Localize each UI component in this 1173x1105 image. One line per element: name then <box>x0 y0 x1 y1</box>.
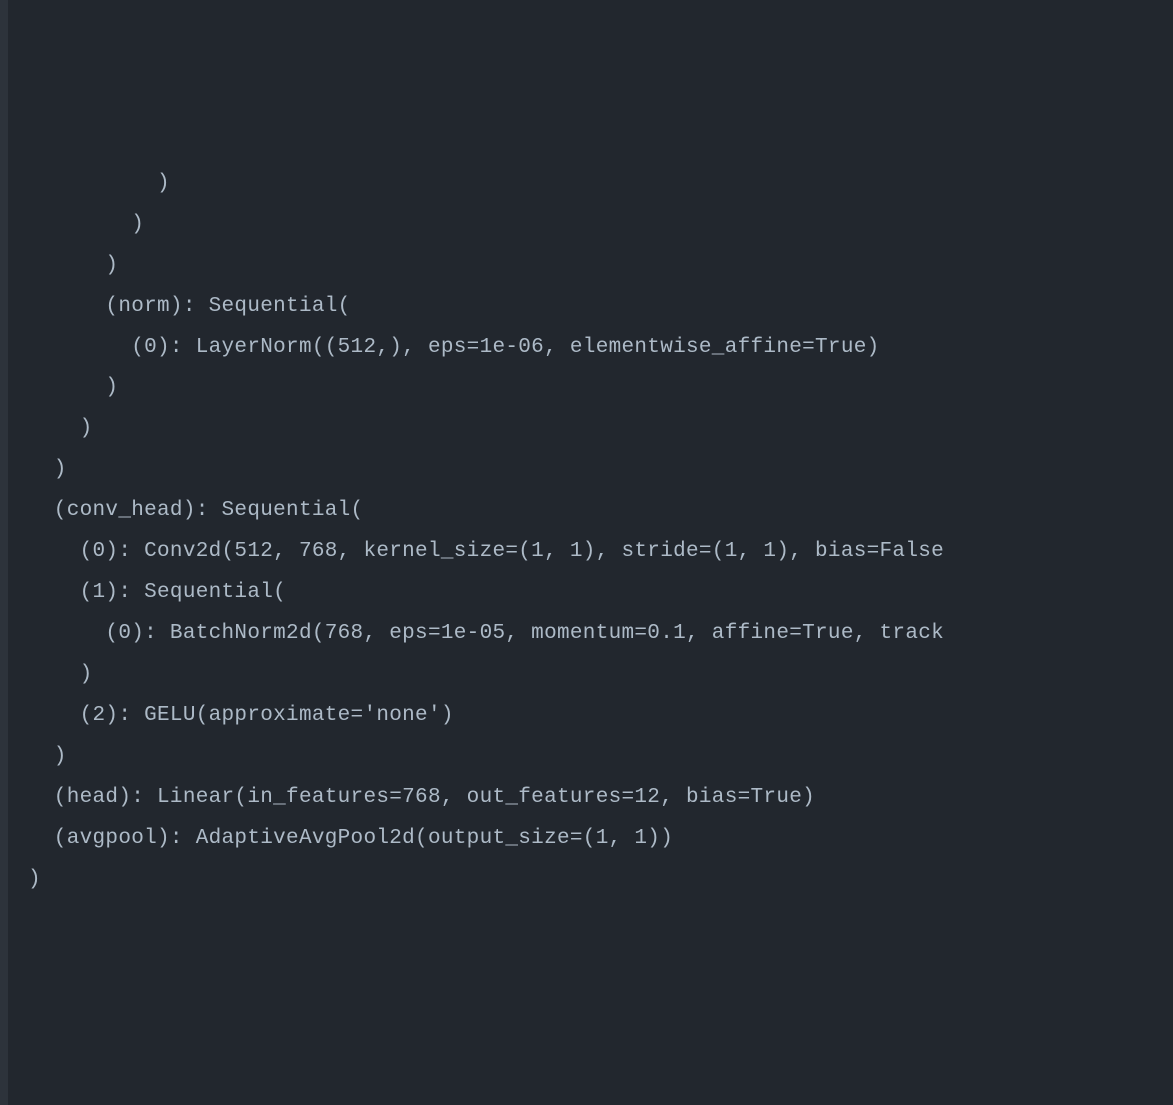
code-line: (0): LayerNorm((512,), eps=1e-06, elemen… <box>28 328 1173 369</box>
code-output: ) ) ) (norm): Sequential( (0): LayerNorm… <box>28 164 1173 901</box>
code-line: ) <box>28 450 1173 491</box>
code-line: ) <box>28 205 1173 246</box>
code-line: (norm): Sequential( <box>28 287 1173 328</box>
code-line: (0): BatchNorm2d(768, eps=1e-05, momentu… <box>28 614 1173 655</box>
code-line: (avgpool): AdaptiveAvgPool2d(output_size… <box>28 819 1173 860</box>
code-line: (head): Linear(in_features=768, out_feat… <box>28 778 1173 819</box>
code-line: ) <box>28 409 1173 450</box>
code-line: (0): Conv2d(512, 768, kernel_size=(1, 1)… <box>28 532 1173 573</box>
code-line: ) <box>28 655 1173 696</box>
code-line: (2): GELU(approximate='none') <box>28 696 1173 737</box>
code-line: ) <box>28 164 1173 205</box>
code-line: ) <box>28 860 1173 901</box>
code-line: ) <box>28 737 1173 778</box>
code-line: (conv_head): Sequential( <box>28 491 1173 532</box>
code-line: ) <box>28 368 1173 409</box>
code-line: (1): Sequential( <box>28 573 1173 614</box>
code-line: ) <box>28 246 1173 287</box>
